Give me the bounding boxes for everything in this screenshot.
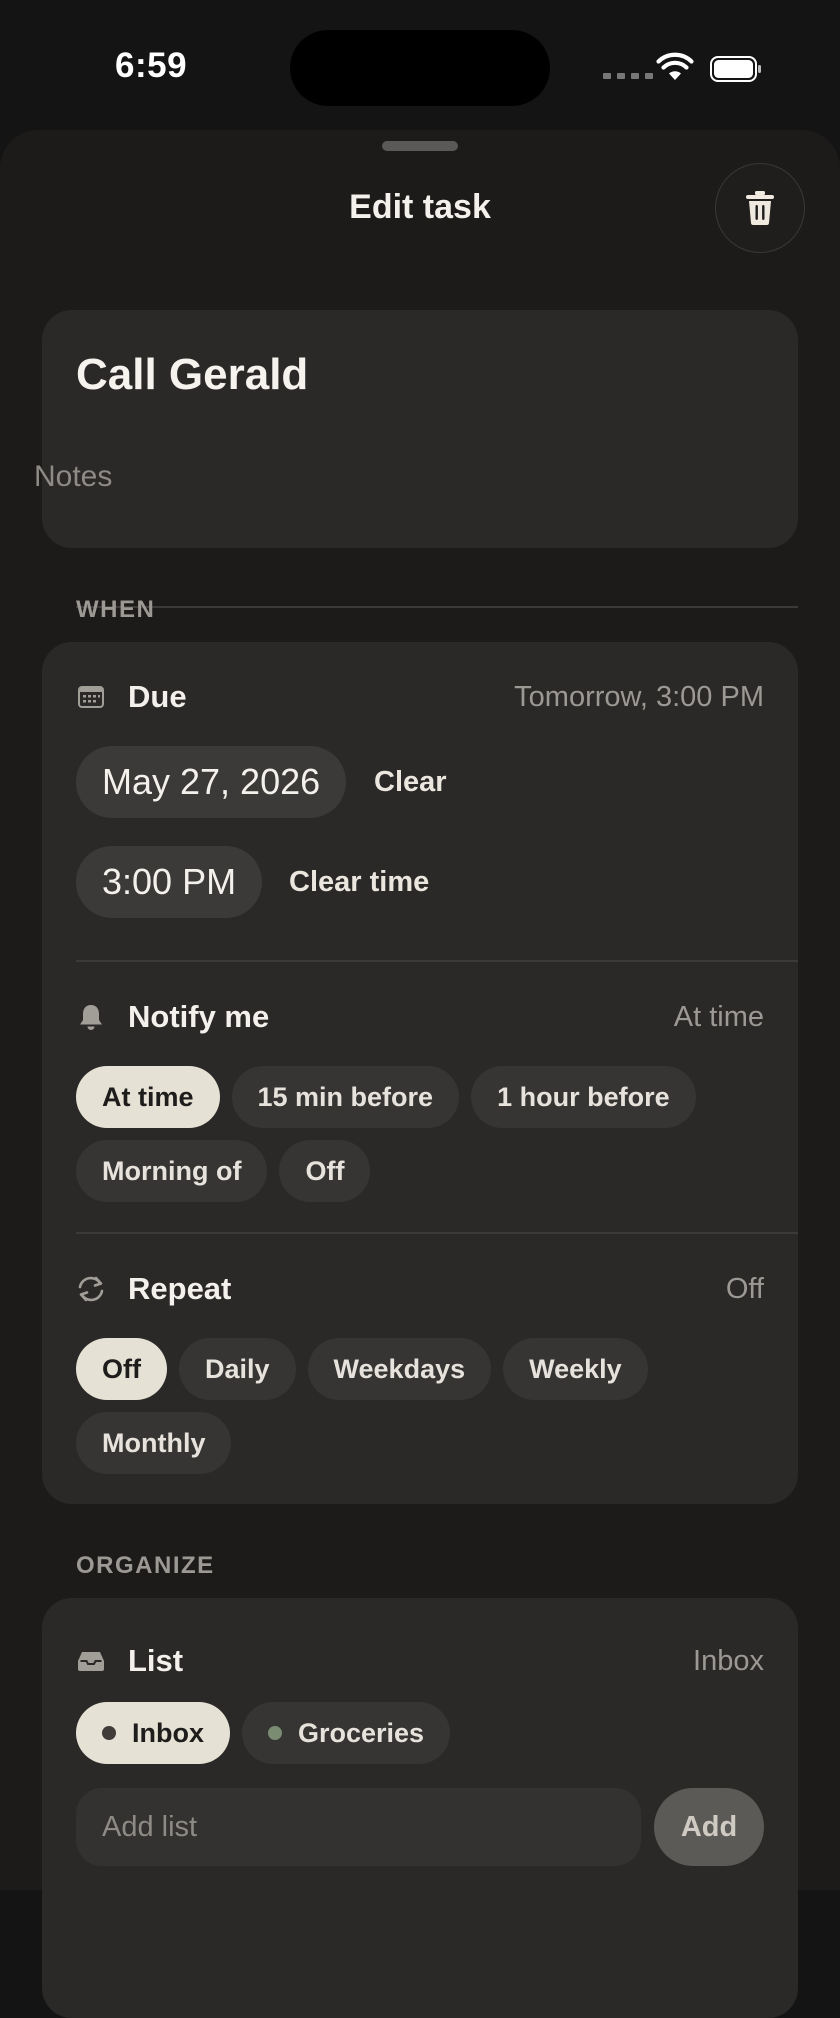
sheet-grabber[interactable] — [382, 141, 458, 151]
clear-date-button[interactable]: Clear — [374, 766, 447, 799]
notify-option-1-hour-before[interactable]: 1 hour before — [471, 1066, 696, 1128]
battery-icon — [710, 56, 761, 82]
repeat-option-daily[interactable]: Daily — [178, 1338, 296, 1400]
notify-option-at-time[interactable]: At time — [76, 1066, 220, 1128]
trash-icon — [746, 191, 774, 225]
divider — [76, 606, 798, 608]
list-option-label: Inbox — [132, 1717, 204, 1748]
notify-option-15-min-before[interactable]: 15 min before — [231, 1066, 460, 1128]
when-card: Due Tomorrow, 3:00 PM May 27, 2026 Clear… — [42, 642, 798, 1504]
add-list-button[interactable]: Add — [654, 1788, 764, 1866]
repeat-option-off[interactable]: Off — [76, 1338, 167, 1400]
clear-time-button[interactable]: Clear time — [289, 866, 429, 899]
add-list-input[interactable]: Add list — [76, 1788, 641, 1866]
list-options: Inbox Groceries — [76, 1702, 764, 1764]
notify-option-off[interactable]: Off — [279, 1140, 371, 1202]
repeat-option-weekdays[interactable]: Weekdays — [307, 1338, 492, 1400]
divider — [76, 960, 798, 962]
due-label: Due — [128, 679, 187, 714]
dynamic-island — [290, 30, 550, 106]
divider — [76, 1232, 798, 1234]
task-title-field[interactable]: Call Gerald — [76, 350, 308, 400]
organize-section-label: ORGANIZE — [76, 1552, 215, 1579]
notify-label: Notify me — [128, 999, 270, 1034]
repeat-options: Off Daily Weekdays Weekly Monthly — [76, 1338, 764, 1474]
notify-options: At time 15 min before 1 hour before Morn… — [76, 1066, 764, 1202]
list-option-inbox[interactable]: Inbox — [76, 1702, 230, 1764]
repeat-value: Off — [725, 1272, 764, 1305]
list-label: List — [128, 1643, 184, 1678]
tray-icon — [76, 1646, 106, 1676]
notify-option-morning-of[interactable]: Morning of — [76, 1140, 268, 1202]
edit-task-sheet: Edit task Call Gerald Notes WHEN Due Tom… — [0, 130, 840, 2018]
wifi-icon — [656, 52, 694, 80]
list-color-dot — [102, 1726, 116, 1740]
repeat-label: Repeat — [128, 1271, 232, 1306]
list-option-label: Groceries — [298, 1717, 425, 1748]
delete-task-button[interactable] — [715, 163, 805, 253]
due-value: Tomorrow, 3:00 PM — [514, 680, 764, 713]
repeat-icon — [76, 1274, 106, 1304]
notify-row: Notify me At time — [76, 992, 764, 1042]
task-details-card: Call Gerald — [42, 310, 798, 608]
notify-value: At time — [673, 1000, 764, 1033]
list-value: Inbox — [693, 1644, 764, 1677]
due-date-picker[interactable]: May 27, 2026 — [76, 746, 347, 818]
when-section-label: WHEN — [76, 596, 156, 623]
organize-card: List Inbox Inbox Groceries Add list Add — [42, 1598, 798, 2018]
due-row: Due Tomorrow, 3:00 PM — [76, 672, 764, 722]
sheet-title: Edit task — [349, 188, 491, 226]
repeat-option-weekly[interactable]: Weekly — [503, 1338, 648, 1400]
list-color-dot — [268, 1726, 282, 1740]
status-bar: 6:59 — [0, 0, 840, 130]
repeat-row: Repeat Off — [76, 1264, 764, 1314]
list-row: List Inbox — [76, 1636, 764, 1686]
repeat-option-monthly[interactable]: Monthly — [76, 1412, 232, 1474]
list-option-groceries[interactable]: Groceries — [242, 1702, 451, 1764]
notes-field[interactable]: Notes — [34, 460, 112, 494]
calendar-icon — [76, 682, 106, 712]
cellular-signal-icon — [603, 73, 653, 79]
bell-icon — [76, 1002, 106, 1032]
status-time: 6:59 — [115, 46, 188, 85]
due-time-picker[interactable]: 3:00 PM — [76, 846, 263, 918]
